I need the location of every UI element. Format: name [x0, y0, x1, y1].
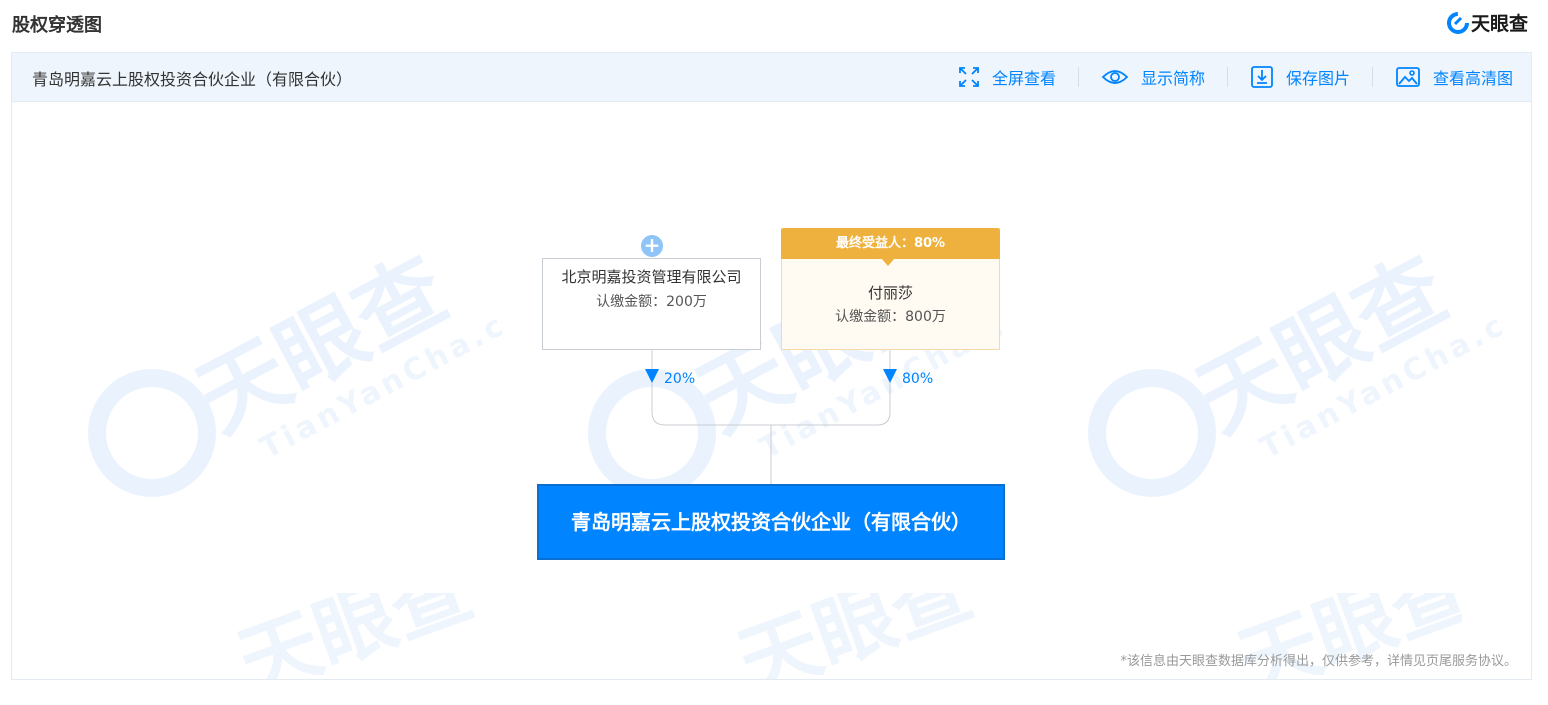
brand-name: 天眼查	[1470, 13, 1528, 35]
target-company-node[interactable]: 青岛明嘉云上股权投资合伙企业（有限合伙）	[537, 484, 1005, 560]
shareholder-name: 北京明嘉投资管理有限公司	[561, 268, 742, 286]
arrow-down-icon	[645, 369, 659, 383]
ultimate-beneficiary-badge: 最终受益人：80%	[781, 228, 1000, 259]
shareholding-ratio: 20%	[664, 371, 696, 387]
shareholder-name: 付丽莎	[867, 284, 913, 302]
subscribed-amount: 认缴金额：800万	[835, 309, 946, 325]
expand-plus-icon[interactable]: +	[641, 235, 663, 257]
shareholder-node[interactable]: 北京明嘉投资管理有限公司 认缴金额：200万	[542, 258, 761, 350]
connector-lines	[645, 350, 897, 484]
equity-panel: 青岛明嘉云上股权投资合伙企业（有限合伙） 全屏查看 显示简称 保存图片 查看高清…	[11, 52, 1532, 680]
shareholding-ratio: 80%	[902, 371, 934, 387]
subscribed-amount: 认缴金额：200万	[596, 294, 707, 310]
arrow-down-icon	[883, 369, 897, 383]
page-title: 股权穿透图	[12, 15, 102, 36]
shareholder-node[interactable]: 最终受益人：80% 付丽莎 认缴金额：800万	[781, 228, 1000, 350]
brand-logo: 天眼查	[1446, 9, 1528, 36]
tianyancha-logo-icon	[1446, 11, 1469, 34]
disclaimer-note: *该信息由天眼查数据库分析得出，仅供参考，详情见页尾服务协议。	[1120, 654, 1517, 669]
badge-pointer	[882, 259, 894, 266]
